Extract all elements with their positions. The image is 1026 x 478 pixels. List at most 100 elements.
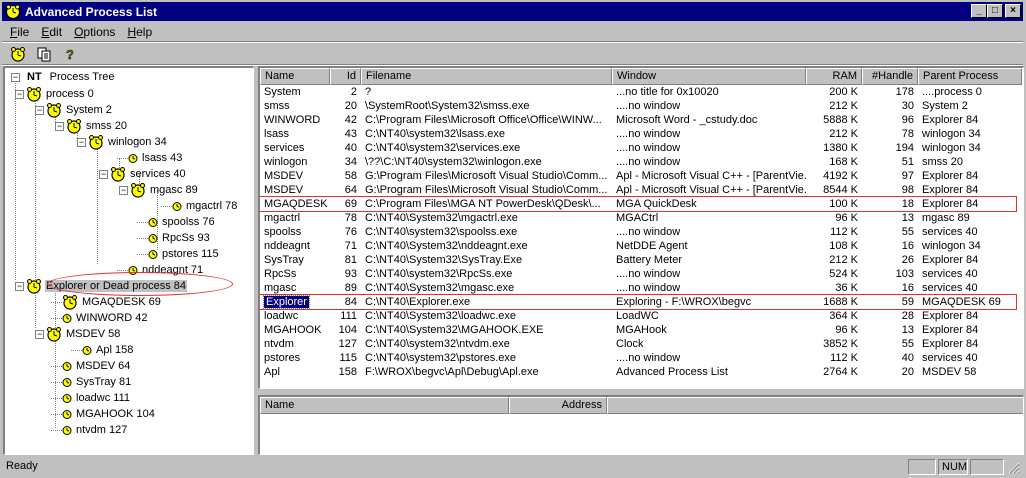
tree-node-label: mgactrl 78	[186, 200, 238, 212]
tree-expand-toggle[interactable]: −	[35, 329, 44, 339]
tree-node[interactable]: WINWORD 42	[51, 310, 149, 326]
tree-node[interactable]: − smss 20	[55, 118, 128, 134]
menu-options[interactable]: Options	[68, 25, 121, 39]
tree-node[interactable]: MGAHOOK 104	[51, 406, 156, 422]
tree-expand-toggle[interactable]: −	[35, 105, 44, 115]
header-id[interactable]: Id	[330, 68, 361, 85]
table-row[interactable]: MSDEV 58 G:\Program Files\Microsoft Visual…	[260, 169, 1020, 183]
table-row[interactable]: ntvdm 127 C:\NT40\system32\ntvdm.exe Clock 3…	[260, 337, 1020, 351]
tree-node-label: mgasc 89	[150, 184, 198, 196]
tree-node[interactable]: lsass 43	[117, 150, 183, 166]
tree-node[interactable]: mgactrl 78	[161, 198, 238, 214]
tree-node[interactable]: − process 0	[15, 86, 95, 102]
cell-window: Clock	[616, 338, 644, 350]
table-row[interactable]: pstores 115 C:\NT40\system32\pstores.exe..…	[260, 351, 1020, 365]
table-row[interactable]: nddeagnt 71 C:\NT40\System32\nddeagnt.exe N…	[260, 239, 1020, 253]
tree-root[interactable]: − NT Process Tree	[11, 69, 115, 85]
tree-node[interactable]: Apl 158	[71, 342, 134, 358]
help-button[interactable]: ?	[58, 44, 82, 66]
cell-window: Battery Meter	[616, 254, 683, 266]
tree-node[interactable]: − services 40	[99, 166, 187, 182]
menu-help[interactable]: Help	[121, 25, 158, 39]
table-row[interactable]: RpcSs 93 C:\NT40\system32\RpcSs.exe ....no …	[260, 267, 1020, 281]
tree-expand-toggle[interactable]: −	[15, 89, 24, 99]
address-list[interactable]: Name Address	[258, 395, 1024, 455]
tree-node[interactable]: RpcSs 93	[137, 230, 211, 246]
process-clock-icon	[62, 294, 78, 310]
process-clock-icon	[82, 345, 92, 355]
tree-node[interactable]: − mgasc 89	[119, 182, 199, 198]
menu-edit[interactable]: Edit	[35, 25, 68, 39]
table-row[interactable]: mgactrl 78 C:\NT40\System32\mgactrl.exe MGA…	[260, 211, 1020, 225]
table-row[interactable]: spoolss 76 C:\NT40\system32\spoolss.exe...…	[260, 225, 1020, 239]
cell-filename: C:\NT40\System32\loadwc.exe	[365, 310, 517, 322]
menu-file[interactable]: File	[4, 25, 35, 39]
tree-node[interactable]: − System 2	[35, 102, 113, 118]
cell-handle: 20	[901, 366, 914, 378]
tree-expand-toggle[interactable]: −	[55, 121, 64, 131]
size-grip-icon[interactable]	[1008, 462, 1020, 474]
tree-node[interactable]: SysTray 81	[51, 374, 132, 390]
cell-parent: services 40	[922, 282, 978, 294]
header-handle[interactable]: #Handle	[862, 68, 918, 85]
tree-node[interactable]: loadwc 111	[51, 390, 131, 406]
table-row[interactable]: smss 20 \SystemRoot\System32\smss.exe ....n…	[260, 99, 1020, 113]
process-list[interactable]: Name Id Filename Window RAM #Handle Parent Pro…	[258, 66, 1024, 389]
app-window: Advanced Process List _ □ × File Edit Op…	[0, 0, 1026, 478]
tree-node-label: MGAHOOK 104	[76, 408, 155, 420]
table-row[interactable]: WINWORD 42 C:\Program Files\Microsoft Offi…	[260, 113, 1020, 127]
tree-expand-toggle[interactable]: −	[77, 137, 86, 147]
header-window[interactable]: Window	[612, 68, 806, 85]
tree-node[interactable]: MSDEV 64	[51, 358, 131, 374]
title-bar[interactable]: Advanced Process List _ □ ×	[2, 2, 1023, 21]
table-row[interactable]: SysTray 81 C:\NT40\System32\SysTray.Exe Bat…	[260, 253, 1020, 267]
process-clock-icon	[46, 102, 62, 118]
cell-window: NetDDE Agent	[616, 240, 688, 252]
cell-window: MGACtrl	[616, 212, 659, 224]
tree-expand-toggle[interactable]: −	[99, 169, 108, 179]
minimize-button[interactable]: _	[971, 4, 987, 18]
table-row[interactable]: mgasc 89 C:\NT40\System32\mgasc.exe ....no …	[260, 281, 1020, 295]
tree-node[interactable]: ntvdm 127	[51, 422, 128, 438]
cell-filename: C:\NT40\System32\mgactrl.exe	[365, 212, 518, 224]
table-row[interactable]: MSDEV 64 G:\Program Files\Microsoft Visual…	[260, 183, 1020, 197]
close-button[interactable]: ×	[1005, 4, 1021, 18]
cell-parent: mgasc 89	[922, 212, 970, 224]
tree-expand-toggle[interactable]: −	[15, 281, 24, 291]
copy-button[interactable]	[32, 44, 56, 66]
tree-collapse-toggle[interactable]: −	[11, 72, 20, 82]
table-row[interactable]: lsass 43 C:\NT40\system32\lsass.exe ....no …	[260, 127, 1020, 141]
tree-node[interactable]: spoolss 76	[137, 214, 216, 230]
tree-node[interactable]: pstores 115	[137, 246, 220, 262]
table-row[interactable]: winlogon 34 \??\C:\NT40\system32\winlogon.…	[260, 155, 1020, 169]
process-tree[interactable]: − NT Process Tree − process 0− System 2− smss …	[3, 66, 254, 455]
process-clock-icon	[148, 217, 158, 227]
refresh-button[interactable]	[6, 44, 30, 66]
tree-guide-line	[15, 80, 16, 280]
cell-name: spoolss	[264, 226, 302, 238]
cell-window: Advanced Process List	[616, 366, 728, 378]
cell-name: MSDEV	[264, 184, 304, 196]
header-ram[interactable]: RAM	[806, 68, 862, 85]
tree-node[interactable]: − winlogon 34	[77, 134, 168, 150]
table-row[interactable]: Apl 158 F:\WROX\begvc\Apl\Debug\Apl.exe Adv…	[260, 365, 1020, 379]
tree-expand-toggle[interactable]: −	[119, 185, 128, 195]
header-parent[interactable]: Parent Process	[918, 68, 1022, 85]
cell-name: MSDEV	[264, 170, 304, 182]
header-filename[interactable]: Filename	[361, 68, 612, 85]
cell-handle: 26	[901, 254, 914, 266]
maximize-button[interactable]: □	[987, 4, 1003, 18]
header-name[interactable]: Name	[260, 68, 330, 85]
tree-node[interactable]: MGAQDESK 69	[51, 294, 162, 310]
table-row[interactable]: System 2? ...no title for 0x10020 200 K 178.…	[260, 85, 1020, 99]
tree-node[interactable]: − MSDEV 58	[35, 326, 121, 342]
table-row[interactable]: services 40 C:\NT40\system32\services.exe.…	[260, 141, 1020, 155]
cell-parent: winlogon 34	[922, 142, 981, 154]
process-clock-icon	[62, 377, 72, 387]
table-row[interactable]: loadwc 111 C:\NT40\System32\loadwc.exe Load…	[260, 309, 1020, 323]
cell-name: services	[264, 142, 305, 154]
address-header-name[interactable]: Name	[260, 397, 509, 414]
process-clock-icon	[26, 278, 42, 294]
address-header-address[interactable]: Address	[509, 397, 607, 414]
table-row[interactable]: MGAHOOK 104 C:\NT40\System32\MGAHOOK.EXE MG…	[260, 323, 1020, 337]
